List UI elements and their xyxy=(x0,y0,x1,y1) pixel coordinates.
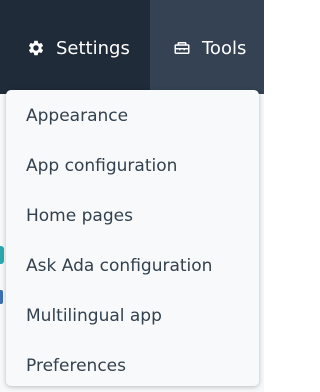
app-root: Settings Tools Appearance App configurat… xyxy=(0,0,264,392)
page-content-fragment xyxy=(0,290,3,304)
nav-item-tools[interactable]: Tools xyxy=(150,0,264,94)
menu-item-home-pages[interactable]: Home pages xyxy=(6,191,259,241)
nav-settings-label: Settings xyxy=(56,37,130,59)
toolbox-icon xyxy=(172,38,192,58)
settings-menu-list: Appearance App configuration Home pages … xyxy=(6,90,259,386)
nav-item-settings[interactable]: Settings xyxy=(0,0,150,94)
gear-icon xyxy=(26,38,46,58)
settings-dropdown-menu: Appearance App configuration Home pages … xyxy=(6,90,259,386)
menu-item-multilingual-app[interactable]: Multilingual app xyxy=(6,291,259,341)
menu-item-appearance[interactable]: Appearance xyxy=(6,91,259,141)
page-content-fragment xyxy=(0,246,4,264)
menu-item-ask-ada-configuration[interactable]: Ask Ada configuration xyxy=(6,241,259,291)
top-navigation-bar: Settings Tools xyxy=(0,0,264,94)
nav-tools-label: Tools xyxy=(202,37,247,59)
menu-item-app-configuration[interactable]: App configuration xyxy=(6,141,259,191)
menu-item-preferences[interactable]: Preferences xyxy=(6,341,259,386)
